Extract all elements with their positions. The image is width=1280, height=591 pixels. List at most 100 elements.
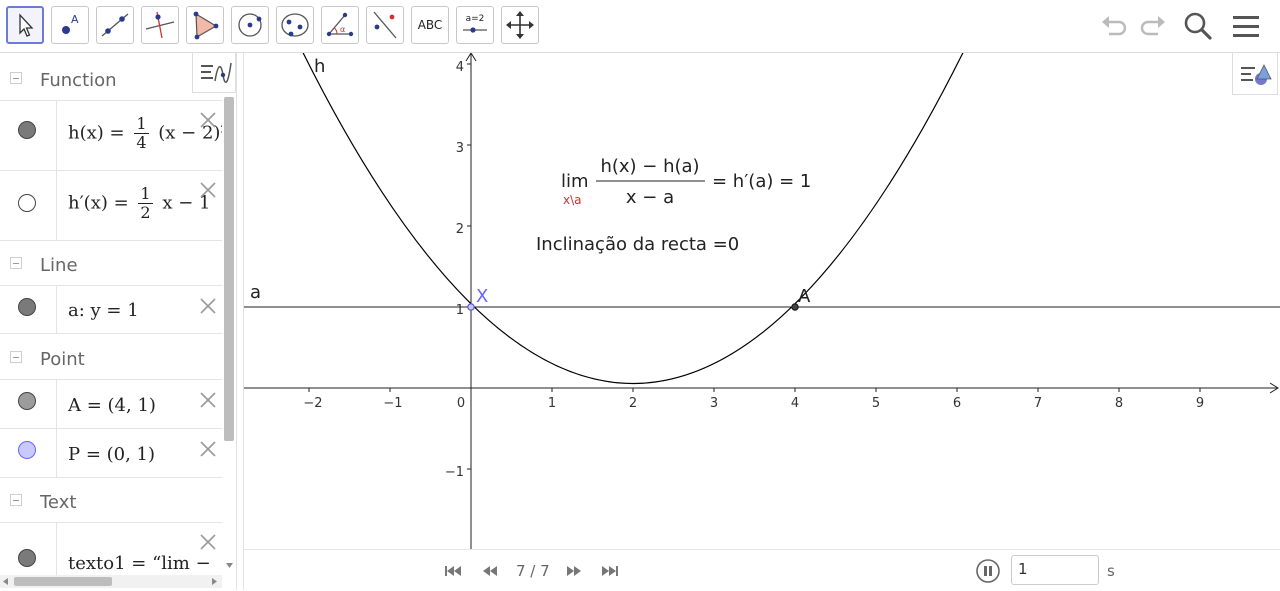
move-tool-icon <box>19 13 34 37</box>
x-tick-label: 7 <box>1034 396 1042 411</box>
collapse-point-button[interactable] <box>10 351 22 363</box>
algebra-expression[interactable]: P = (0, 1) <box>68 444 155 465</box>
visibility-toggle[interactable] <box>0 100 57 170</box>
menu-button[interactable] <box>1228 8 1264 44</box>
graphics-canvas[interactable]: −2 −1 0 1 2 3 4 5 6 7 8 9 4 3 2 1 −1 a h… <box>244 53 1280 549</box>
collapse-text-button[interactable] <box>10 494 22 506</box>
text-tool[interactable]: ABC <box>411 6 449 44</box>
slope-text[interactable]: Inclinação da recta =0 <box>536 234 739 255</box>
text-tool-label: ABC <box>417 18 443 32</box>
point-A-label[interactable]: A <box>798 286 811 307</box>
search-button[interactable] <box>1180 8 1216 44</box>
fraction-numerator: 1 <box>138 184 153 204</box>
x-tick-label: −1 <box>383 396 402 411</box>
visibility-dot-icon[interactable] <box>18 194 36 212</box>
polygon-tool-icon <box>193 11 219 40</box>
delete-icon[interactable] <box>198 439 218 459</box>
point-X[interactable] <box>467 303 475 311</box>
undo-button[interactable] <box>1097 8 1133 44</box>
limit-formula[interactable]: lim x\a h(x) − h(a) x − a = h′(a) = 1 <box>561 156 811 208</box>
visibility-toggle[interactable] <box>0 428 57 477</box>
x-tick-marks <box>308 388 1201 392</box>
algebra-horizontal-scrollbar-track[interactable] <box>0 575 222 588</box>
algebra-item-texto1[interactable]: texto1 = “lim − <box>0 522 222 575</box>
graphics-style-bar-button[interactable] <box>1232 53 1278 95</box>
graphics-style-icon <box>1241 64 1272 85</box>
point-X-label[interactable]: X <box>476 286 488 307</box>
next-step-icon[interactable] <box>563 560 585 582</box>
angle-tool[interactable]: α <box>321 6 359 44</box>
delete-icon[interactable] <box>198 180 218 200</box>
visibility-toggle[interactable] <box>0 170 57 240</box>
algebra-vertical-scrollbar[interactable] <box>224 97 234 441</box>
last-step-icon[interactable] <box>599 560 621 582</box>
visibility-toggle[interactable] <box>0 522 57 575</box>
line-tool[interactable] <box>96 6 134 44</box>
view-divider[interactable] <box>236 53 244 590</box>
graphics-view[interactable]: −2 −1 0 1 2 3 4 5 6 7 8 9 4 3 2 1 −1 a h… <box>244 53 1280 549</box>
polygon-tool[interactable] <box>186 6 224 44</box>
scroll-right-icon[interactable] <box>210 577 218 586</box>
collapse-line-button[interactable] <box>10 257 22 269</box>
function-h-label[interactable]: h <box>314 56 325 77</box>
slider-tool[interactable]: a=2 <box>456 6 494 44</box>
limit-numerator: h(x) − h(a) <box>600 156 699 177</box>
fraction: 14 <box>134 115 149 152</box>
visibility-toggle[interactable] <box>0 379 57 428</box>
algebra-expression[interactable]: a: y = 1 <box>68 300 139 321</box>
redo-button[interactable] <box>1134 8 1170 44</box>
scroll-left-icon[interactable] <box>2 577 10 586</box>
visibility-toggle[interactable] <box>0 285 57 333</box>
x-tick-label: 8 <box>1115 396 1123 411</box>
ellipse-tool[interactable] <box>276 6 314 44</box>
line-a-label[interactable]: a <box>250 282 261 303</box>
slider-tool-label: a=2 <box>466 14 485 24</box>
toolbar: A α ABC a=2 <box>0 0 1280 53</box>
delete-icon[interactable] <box>198 532 218 552</box>
collapse-function-button[interactable] <box>10 72 22 84</box>
x-tick-label: 9 <box>1196 396 1204 411</box>
move-graphics-tool[interactable] <box>501 6 539 44</box>
svg-text:A: A <box>71 13 79 26</box>
algebra-item-point-A[interactable]: A = (4, 1) <box>0 379 222 429</box>
algebra-item-point-P[interactable]: P = (0, 1) <box>0 428 222 478</box>
perpendicular-line-tool[interactable] <box>141 6 179 44</box>
visibility-dot-icon[interactable] <box>18 549 36 567</box>
algebra-horizontal-scrollbar[interactable] <box>14 577 112 586</box>
pause-icon[interactable] <box>975 558 1001 584</box>
svg-text:α: α <box>340 25 345 34</box>
redo-icon <box>1140 16 1165 36</box>
x-tick-label: 2 <box>629 396 637 411</box>
visibility-dot-icon[interactable] <box>18 441 36 459</box>
category-function: Function <box>0 56 222 101</box>
algebra-item-h[interactable]: h(x) = 14 (x − 2)² <box>0 100 222 171</box>
y-tick-label: −1 <box>445 465 464 480</box>
visibility-dot-icon[interactable] <box>18 298 36 316</box>
algebra-expression[interactable]: h′(x) = 12 x − 1 <box>68 185 210 222</box>
circle-tool[interactable] <box>231 6 269 44</box>
slider-tool-icon: a=2 <box>463 14 487 33</box>
delete-icon[interactable] <box>198 296 218 316</box>
algebra-item-line-a[interactable]: a: y = 1 <box>0 285 222 334</box>
algebra-item-hprime[interactable]: h′(x) = 12 x − 1 <box>0 170 222 241</box>
menu-icon <box>1233 16 1259 37</box>
visibility-dot-icon[interactable] <box>18 392 36 410</box>
visibility-dot-icon[interactable] <box>18 121 36 139</box>
point-tool[interactable]: A <box>51 6 89 44</box>
algebra-style-bar-button[interactable] <box>192 53 236 93</box>
delete-icon[interactable] <box>198 390 218 410</box>
speed-unit-label: s <box>1107 562 1115 580</box>
function-h-curve[interactable] <box>300 53 966 384</box>
reflect-tool-icon <box>373 11 397 39</box>
move-tool[interactable] <box>6 6 44 44</box>
algebra-expression[interactable]: A = (4, 1) <box>68 395 156 416</box>
algebra-expression[interactable]: texto1 = “lim − <box>68 553 211 574</box>
delete-icon[interactable] <box>198 110 218 130</box>
step-counter: 7 / 7 <box>516 562 550 580</box>
speed-input[interactable]: 1 <box>1011 555 1099 585</box>
reflect-tool[interactable] <box>366 6 404 44</box>
previous-step-icon[interactable] <box>479 560 501 582</box>
x-tick-label: 6 <box>953 396 961 411</box>
first-step-icon[interactable] <box>442 560 464 582</box>
scroll-down-icon[interactable] <box>225 561 234 569</box>
